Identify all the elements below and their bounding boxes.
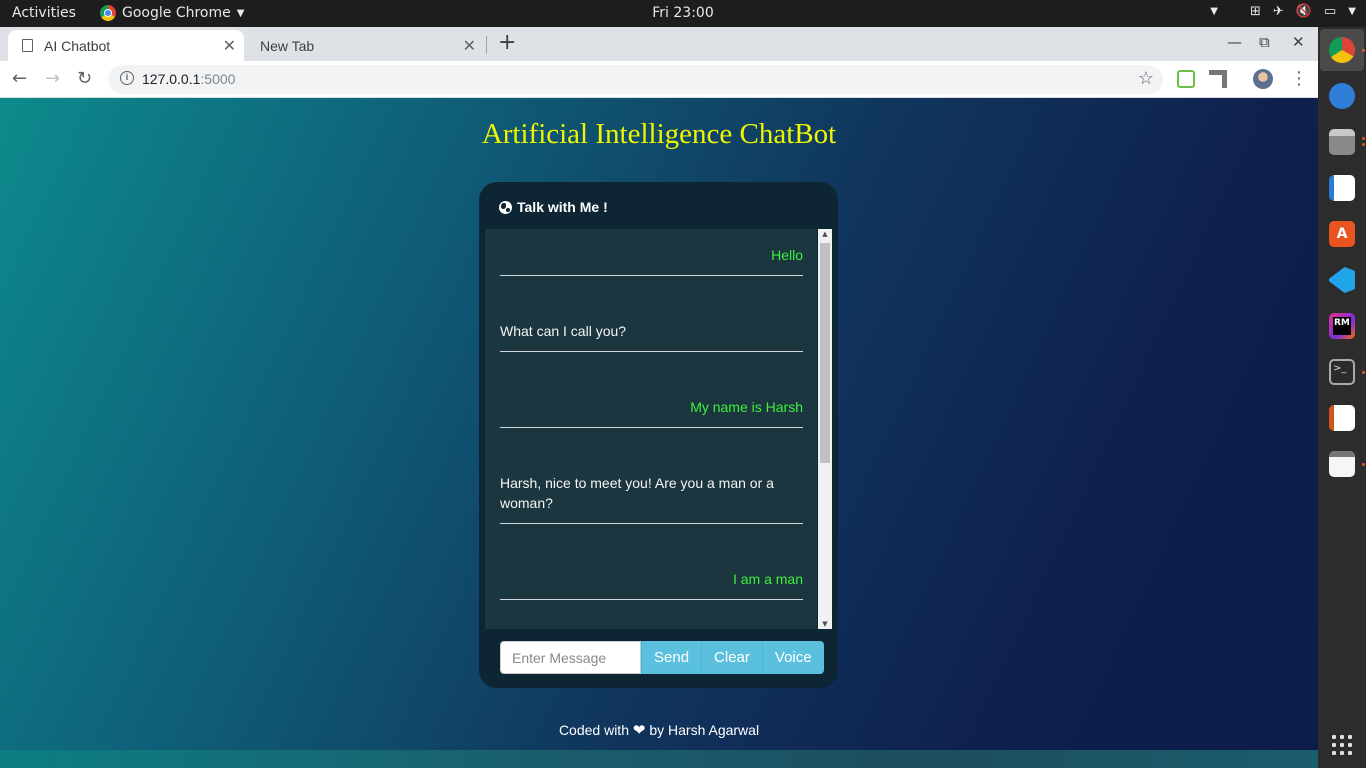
files-icon[interactable] [1329,129,1355,155]
browser-toolbar: ← → ↻ i 127.0.0.1:5000 ☆ ⋮ [0,61,1318,98]
close-icon[interactable]: ✕ [223,36,236,56]
airplane-icon: ✈ [1272,4,1284,19]
impress-icon[interactable] [1329,405,1355,431]
minimize-button[interactable]: — [1227,33,1242,51]
writer-icon[interactable] [1329,175,1355,201]
ubuntu-dock: A RM >_ [1318,27,1366,768]
chat-header: Talk with Me ! [499,199,608,215]
profile-avatar[interactable] [1253,69,1273,89]
system-top-bar: Activities Google Chrome ▼ Fri 23:00 ▼ ⊞… [0,0,1366,27]
scrollbar-thumb[interactable] [820,243,830,463]
user-message: I am a man [500,569,803,600]
page-title: Artificial Intelligence ChatBot [481,118,837,150]
chevron-down-icon: ▼ [1348,6,1356,17]
running-indicator [1362,137,1365,140]
page-icon [22,39,33,52]
page-viewport: Artificial Intelligence ChatBot Talk wit… [0,98,1318,750]
url-text: 127.0.0.1:5000 [142,71,236,87]
address-bar[interactable]: i 127.0.0.1:5000 ☆ [108,65,1163,94]
new-tab-button[interactable]: + [498,30,516,55]
rubymine-icon[interactable]: RM [1329,313,1355,339]
reload-button[interactable]: ↻ [77,68,92,89]
tab-label: New Tab [260,37,315,54]
bot-message: What can I call you? [500,321,803,352]
text-editor-icon[interactable] [1329,451,1355,477]
show-applications-icon[interactable] [1332,735,1352,755]
app-menu-label: Google Chrome [122,5,231,21]
menu-dots-icon[interactable]: ⋮ [1290,68,1308,89]
software-icon[interactable]: A [1329,221,1355,247]
app-menu[interactable]: Google Chrome ▼ [100,5,244,21]
voice-button[interactable]: Voice [761,641,824,674]
page-footer: Coded with ❤ by Harsh Agarwal [558,722,760,739]
message-scrollbar[interactable]: ▲ ▼ [818,229,832,629]
message-list[interactable]: Hello What can I call you? My name is Ha… [485,229,817,629]
window-close-button[interactable]: ✕ [1292,33,1305,51]
chevron-down-icon[interactable]: ▼ [1210,6,1218,17]
restore-button[interactable]: ⧉ [1259,33,1270,51]
chrome-icon [100,5,116,21]
chrome-icon[interactable] [1329,37,1355,63]
tab-new-tab[interactable]: New Tab ✕ [248,30,484,61]
back-button[interactable]: ← [12,68,27,89]
chevron-down-icon: ▼ [236,7,245,19]
scroll-up-icon[interactable]: ▲ [818,230,832,238]
system-tray[interactable]: ▼ ⊞ ✈ 🔇 ▭ ▼ [1210,4,1356,19]
activities-button[interactable]: Activities [12,5,76,21]
globe-icon [499,200,512,214]
user-message: My name is Harsh [500,397,803,428]
vscode-icon[interactable] [1329,267,1355,293]
chat-header-label: Talk with Me ! [517,199,608,215]
volume-muted-icon: 🔇 [1295,4,1312,19]
tab-ai-chatbot[interactable]: AI Chatbot ✕ [8,30,244,61]
running-indicator [1362,143,1365,146]
rubymine-label: RM [1333,317,1351,335]
message-input[interactable] [500,641,641,674]
bot-message: Harsh, nice to meet you! Are you a man o… [500,473,803,524]
network-icon: ⊞ [1250,4,1261,19]
scroll-down-icon[interactable]: ▼ [818,620,832,628]
clock[interactable]: Fri 23:00 [652,5,713,21]
message-input-row: Send Clear Voice [500,641,824,674]
battery-icon: ▭ [1324,4,1337,19]
user-message: Hello [500,245,803,276]
bookmark-star-icon[interactable]: ☆ [1138,68,1154,89]
clear-button[interactable]: Clear [701,641,762,674]
forward-button[interactable]: → [45,68,60,89]
page-bottom-strip [0,750,1318,768]
heart-icon: ❤ [632,722,646,739]
send-button[interactable]: Send [641,641,702,674]
terminal-icon[interactable]: >_ [1329,359,1355,385]
info-icon[interactable]: i [120,71,134,85]
tab-label: AI Chatbot [44,37,111,54]
thunderbird-icon[interactable] [1329,83,1355,109]
tab-strip: AI Chatbot ✕ New Tab ✕ [0,27,1318,61]
chat-panel: Talk with Me ! Hello What can I call you… [479,182,838,688]
running-indicator [1362,49,1365,52]
tab-divider [486,36,487,54]
extension-inbox-icon[interactable] [1177,70,1195,88]
running-indicator [1362,463,1365,466]
extension-icon[interactable] [1209,70,1227,88]
running-indicator [1362,371,1365,374]
close-icon[interactable]: ✕ [463,36,476,56]
